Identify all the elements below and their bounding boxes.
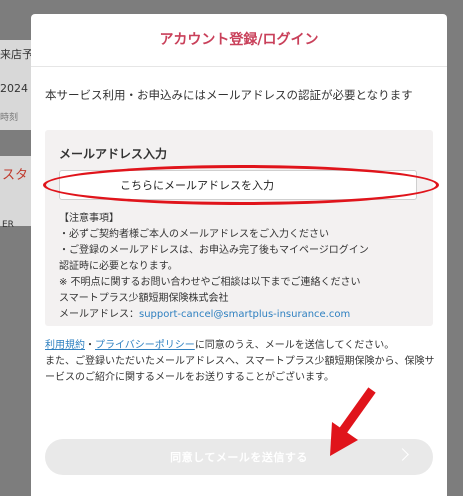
contact-prefix: メールアドレス： [59,309,139,320]
email-label: メールアドレス入力 [59,147,168,161]
email-panel: メールアドレス入力 【注意事項】 ・必ずご契約者様ご本人のメールアドレスをご入力… [45,130,433,326]
contact-line: メールアドレス：support-cancel@smartplus-insuran… [59,307,425,323]
submit-button[interactable]: 同意してメールを送信する [45,439,433,475]
submit-label: 同意してメールを送信する [170,452,308,464]
modal-title: アカウント登録/ログイン [31,14,447,67]
intro-text: 本サービス利用・お申込みにはメールアドレスの認証が必要となります [45,88,413,102]
background-label: ER [2,220,14,230]
chevron-right-icon [396,448,409,461]
note-line: スマートプラス少額短期保険株式会社 [59,293,229,304]
note-line: ・ご登録のメールアドレスは、お申込み完了後もマイページログイン [59,245,369,256]
newsletter-notice: また、ご登録いただいたメールアドレスへ、スマートプラス少額短期保険から、保険サー… [45,356,435,383]
login-modal: アカウント登録/ログイン 本サービス利用・お申込みにはメールアドレスの認証が必要… [31,14,447,496]
notes: 【注意事項】 ・必ずご契約者様ご本人のメールアドレスをご入力ください ・ご登録の… [59,211,425,323]
consent-text: 利用規約・プライバシーポリシーに同意のうえ、メールを送信してください。 また、ご… [45,338,437,386]
consent-sentence: に同意のうえ、メールを送信してください。 [194,340,395,351]
background-label: 2024 [0,82,28,95]
background-label: スタ [2,168,29,183]
contact-email: support-cancel@smartplus-insurance.com [139,309,351,320]
background-label: 来店予 [0,48,33,61]
link-separator: ・ [85,340,95,351]
privacy-policy-link[interactable]: プライバシーポリシー [95,340,195,351]
terms-link[interactable]: 利用規約 [45,340,85,351]
email-input[interactable] [59,170,417,200]
note-line: 【注意事項】 [59,213,119,224]
note-line: 認証時に必要となります。 [59,261,178,272]
background-label: 時刻 [0,113,19,123]
note-line: ※ 不明点に関するお問い合わせやご相談は以下までご連絡ください [59,277,361,288]
note-line: ・必ずご契約者様ご本人のメールアドレスをご入力ください [59,229,329,240]
